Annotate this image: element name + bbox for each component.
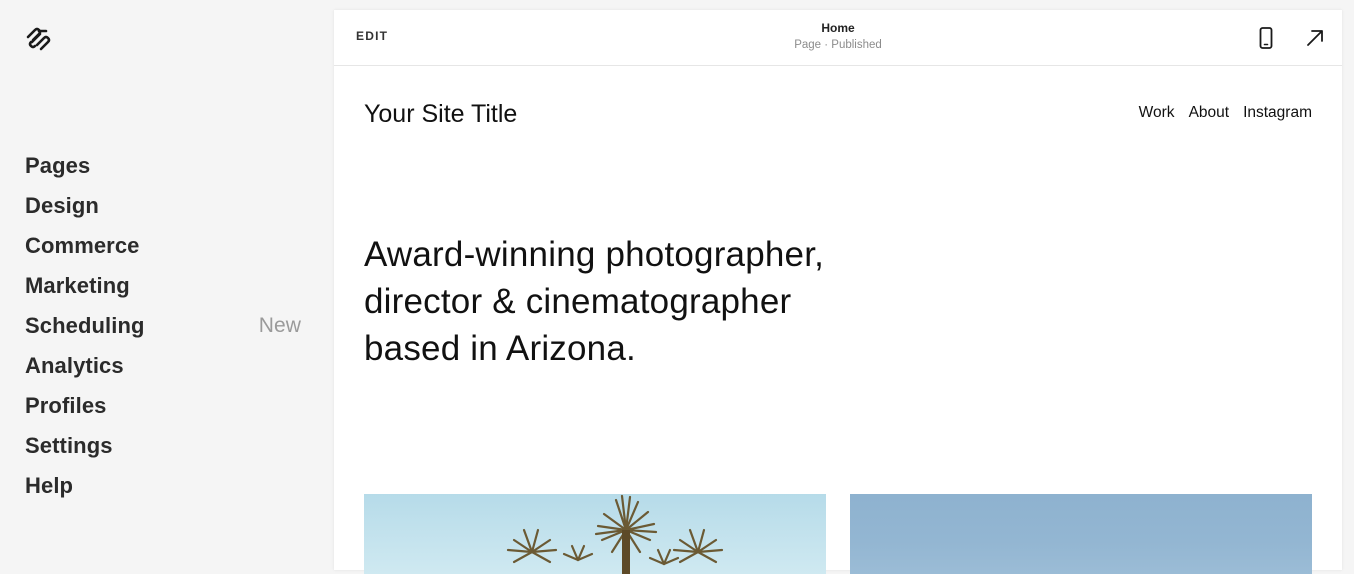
sidebar-item-label: Commerce [25, 233, 140, 258]
site-nav: Work About Instagram [1139, 104, 1312, 122]
mobile-preview-icon[interactable] [1254, 26, 1278, 50]
squarespace-logo-icon[interactable] [24, 25, 54, 51]
site-nav-instagram[interactable]: Instagram [1243, 104, 1312, 122]
site-preview-panel: EDIT Home Page · Published Your Site Tit… [334, 10, 1342, 574]
sidebar-item-label: Settings [25, 433, 113, 458]
sidebar-item-label: Pages [25, 153, 91, 178]
sidebar-item-label: Design [25, 193, 99, 218]
sidebar-item-help[interactable]: Help [25, 466, 305, 506]
sidebar-item-label: Profiles [25, 393, 107, 418]
page-status: Page · Published [794, 39, 882, 51]
sidebar-item-design[interactable]: Design [25, 186, 305, 226]
page-info: Home Page · Published [334, 21, 1342, 55]
sidebar-item-analytics[interactable]: Analytics [25, 346, 305, 386]
sidebar-item-marketing[interactable]: Marketing [25, 266, 305, 306]
site-nav-work[interactable]: Work [1139, 104, 1175, 122]
new-badge: New [258, 314, 301, 337]
sidebar-item-label: Analytics [25, 353, 124, 378]
site-nav-about[interactable]: About [1189, 104, 1230, 122]
page-name: Home [821, 21, 855, 35]
editor-toolbar: EDIT Home Page · Published [334, 10, 1342, 66]
sidebar-item-scheduling[interactable]: Scheduling New [25, 306, 305, 346]
sidebar-item-label: Scheduling [25, 313, 145, 338]
gallery-image-palm-trees[interactable] [364, 494, 826, 574]
sidebar-item-pages[interactable]: Pages [25, 146, 305, 186]
sidebar-nav: Pages Design Commerce Marketing Scheduli… [25, 146, 305, 506]
gallery-image-sky[interactable] [850, 494, 1312, 574]
sidebar-item-label: Help [25, 473, 74, 498]
open-external-icon[interactable] [1303, 26, 1327, 50]
sidebar-item-profiles[interactable]: Profiles [25, 386, 305, 426]
hero-headline: Award-winning photographer, director & c… [364, 235, 825, 368]
site-title[interactable]: Your Site Title [364, 100, 517, 129]
sidebar-item-settings[interactable]: Settings [25, 426, 305, 466]
sidebar-item-label: Marketing [25, 273, 130, 298]
sidebar-item-commerce[interactable]: Commerce [25, 226, 305, 266]
